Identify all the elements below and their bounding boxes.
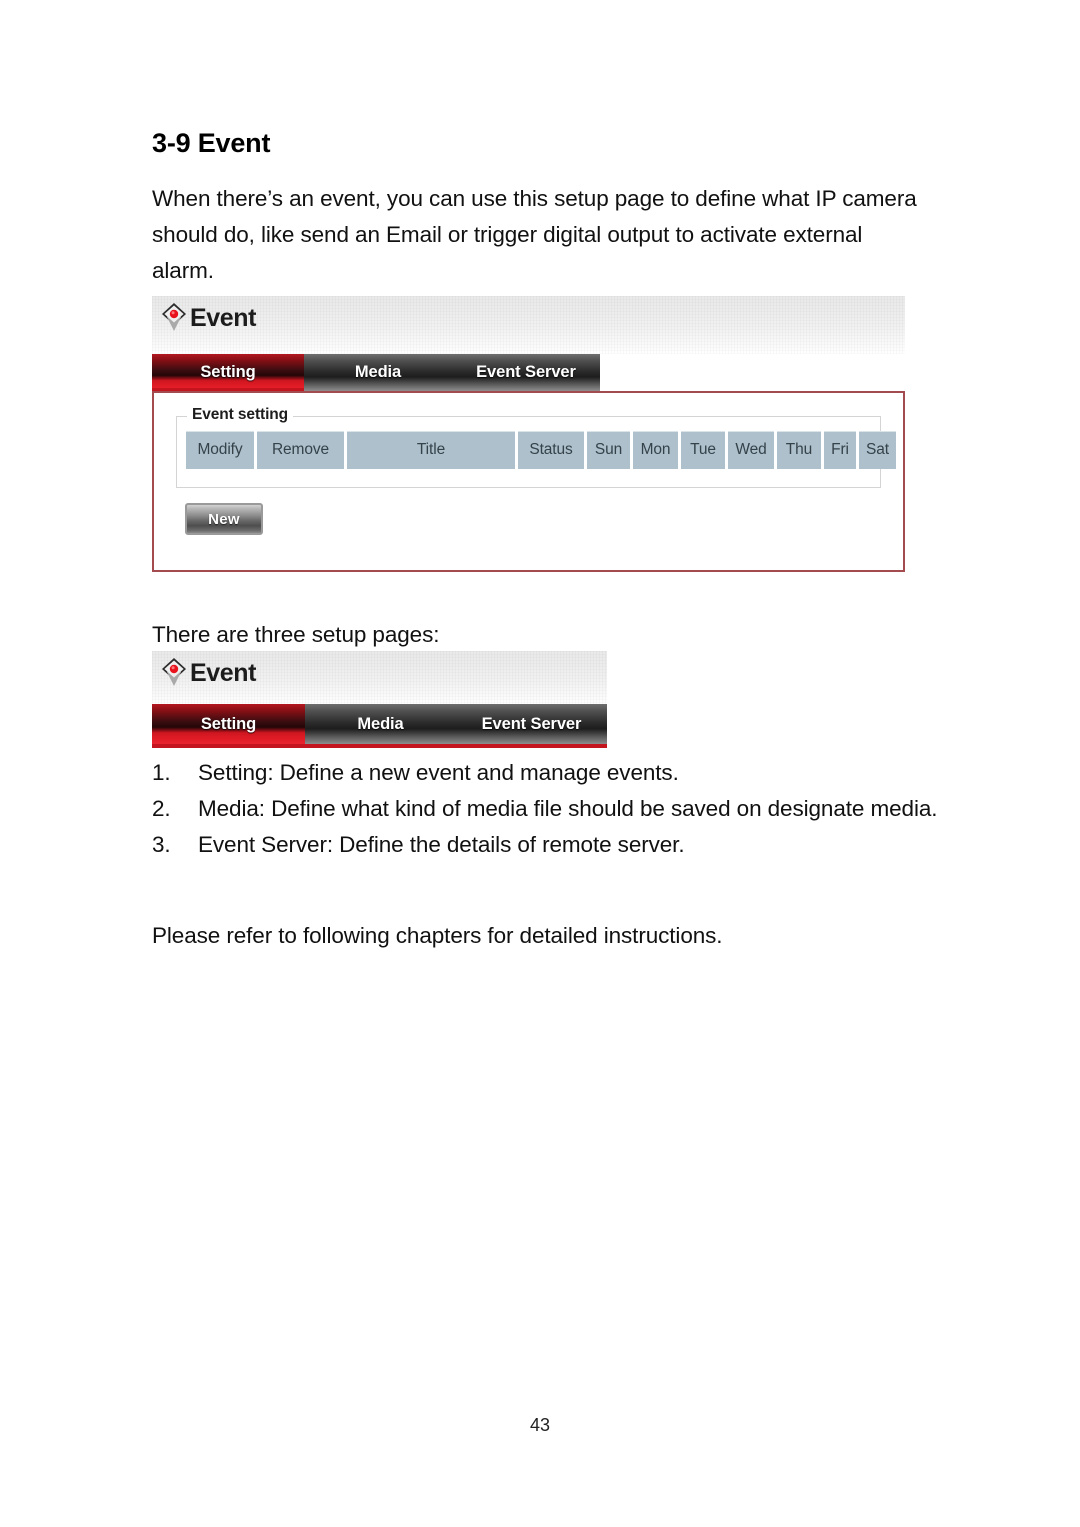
column-header-sun[interactable]: Sun [587,431,630,469]
list-item: 2. Media: Define what kind of media file… [152,791,942,826]
event-tabs-screenshot: Event Setting Media Event Server [152,651,607,748]
event-panel-header: Event [152,296,905,354]
event-panel-header-2: Event [152,651,607,704]
column-header-tue[interactable]: Tue [681,431,725,469]
column-header-fri[interactable]: Fri [824,431,856,469]
column-header-thu[interactable]: Thu [777,431,821,469]
column-header-sat[interactable]: Sat [859,431,896,469]
tabs-bottom-red-rule [152,744,607,748]
tab-setting-label: Setting [200,363,256,381]
column-header-modify[interactable]: Modify [186,431,254,469]
column-header-status[interactable]: Status [518,431,584,469]
event-tab-bar: Setting Media Event Server [152,354,905,391]
event-diamond-icon [161,657,187,687]
new-button[interactable]: New [185,503,263,535]
tab-event-server-label-2: Event Server [481,714,582,733]
setup-pages-list: 1. Setting: Define a new event and manag… [152,755,942,863]
tab-event-server-2[interactable]: Event Server [456,704,607,744]
list-item-number: 2. [152,796,171,821]
list-item-label: Event Server: Define the details of remo… [198,832,685,857]
tab-setting-2[interactable]: Setting [152,704,305,744]
event-tab-bar-2: Setting Media Event Server [152,704,607,744]
list-item: 1. Setting: Define a new event and manag… [152,755,942,790]
column-header-remove[interactable]: Remove [257,431,344,469]
list-item-label: Setting: Define a new event and manage e… [198,760,679,785]
event-setting-fieldset: Event setting Modify Remove Title Status… [176,406,896,488]
tab-event-server-label: Event Server [476,363,576,381]
intro-paragraph: When there’s an event, you can use this … [152,186,917,283]
tab-event-server[interactable]: Event Server [452,354,600,391]
tab-media-2[interactable]: Media [305,704,456,744]
event-logo: Event [161,302,256,332]
column-header-mon[interactable]: Mon [633,431,678,469]
tab-setting-label-2: Setting [200,714,257,733]
event-setting-screenshot: Event Setting Media Event Server Event s… [152,296,905,572]
tab-media[interactable]: Media [304,354,452,391]
tab-setting[interactable]: Setting [152,354,304,391]
list-item-number: 3. [152,832,171,857]
event-content-pane: Event setting Modify Remove Title Status… [152,391,905,572]
event-diamond-icon [161,302,187,332]
list-item-label: Media: Define what kind of media file sh… [198,796,938,821]
column-header-wed[interactable]: Wed [728,431,774,469]
page-title: 3-9 Event [152,128,271,158]
tab-media-label-2: Media [357,714,404,733]
column-header-title[interactable]: Title [347,431,515,469]
event-table-header-row: Modify Remove Title Status Sun Mon Tue W… [186,431,896,469]
event-logo-2: Event [161,657,256,687]
event-panel-title-2: Event [190,658,257,687]
mid-paragraph: There are three setup pages: [152,622,440,647]
document-page: 3-9 Event When there’s an event, you can… [0,0,1080,1527]
closing-paragraph: Please refer to following chapters for d… [152,923,723,948]
list-item-number: 1. [152,760,171,785]
tab-media-label: Media [354,363,402,381]
list-item: 3. Event Server: Define the details of r… [152,827,942,862]
event-panel-title: Event [190,303,257,332]
document-text-top: 3-9 Event When there’s an event, you can… [152,128,942,289]
page-number: 43 [529,1415,551,1435]
event-setting-legend: Event setting [187,406,294,424]
